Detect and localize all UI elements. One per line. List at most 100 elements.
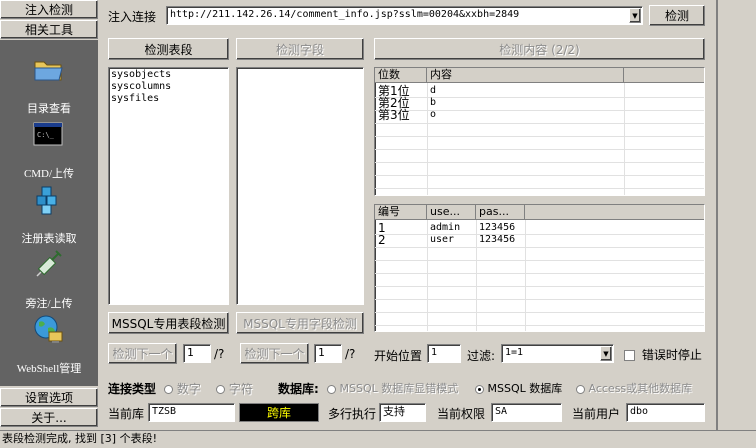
multi-exec-field[interactable]: 支持: [379, 403, 426, 422]
multi-exec-value: 支持: [383, 405, 405, 418]
header-filler: [525, 205, 704, 220]
radio-string[interactable]: 字符: [216, 380, 253, 397]
header-cell[interactable]: use...: [427, 205, 476, 220]
filter-label: 过滤:: [467, 349, 496, 363]
next-fields-button[interactable]: 检测下一个: [240, 343, 309, 364]
connection-type-label: 连接类型: [108, 382, 157, 396]
status-bar: 表段检测完成, 找到 [3] 个表段!: [0, 430, 756, 448]
table-cell: b: [430, 97, 437, 108]
list-item[interactable]: sysobjects: [111, 69, 226, 81]
table-cell: d: [430, 85, 437, 96]
table-row[interactable]: 第1位 d: [375, 85, 704, 97]
radio-mssql-error[interactable]: MSSQL 数据库显错模式: [327, 380, 458, 396]
header-cell[interactable]: 内容: [427, 68, 624, 83]
tab-about[interactable]: 关于...: [0, 408, 98, 427]
table-cell: o: [430, 109, 437, 120]
next-tables-button[interactable]: 检测下一个: [108, 343, 177, 364]
stop-on-error-label: 错误时停止: [641, 348, 702, 362]
table-row[interactable]: 2 user 123456: [375, 234, 704, 246]
current-db-field[interactable]: TZSB: [148, 403, 235, 422]
grid-header: 位数 内容: [375, 68, 704, 83]
permission-field[interactable]: SA: [491, 403, 562, 422]
tables-page-input[interactable]: 1: [183, 344, 211, 363]
inject-url-value: http://211.142.26.14/comment_info.jsp?ss…: [170, 9, 520, 20]
chevron-down-icon[interactable]: ▼: [629, 8, 641, 23]
detect-content-label: 检测内容 (2/2): [499, 42, 580, 57]
detect-tables-button[interactable]: 检测表段: [108, 38, 229, 60]
radio-access[interactable]: Access或其他数据库: [576, 380, 692, 396]
header-cell[interactable]: 位数: [375, 68, 427, 83]
current-user-value: dbo: [630, 406, 649, 417]
list-item[interactable]: sysfiles: [111, 93, 226, 105]
fields-listbox[interactable]: [236, 67, 364, 305]
tab-related-tools[interactable]: 相关工具: [0, 20, 98, 39]
detect-button[interactable]: 检测: [649, 5, 705, 26]
tables-page-value: 1: [187, 346, 194, 359]
table-row[interactable]: 1 admin 123456: [375, 222, 704, 234]
header-filler: [624, 68, 704, 83]
detect-fields-button[interactable]: 检测字段: [236, 38, 364, 60]
registry-cubes-icon: [36, 186, 57, 215]
tab-settings[interactable]: 设置选项: [0, 388, 98, 407]
cmd-console-icon: C:\_: [33, 122, 63, 146]
next-fields-label: 检测下一个: [244, 347, 305, 361]
header-cell[interactable]: pas...: [476, 205, 525, 220]
right-divider: [716, 0, 718, 430]
current-user-field[interactable]: dbo: [626, 403, 705, 422]
detect-fields-label: 检测字段: [275, 42, 324, 57]
filter-combobox[interactable]: 1=1 ▼: [501, 344, 614, 363]
grid-divider: [427, 220, 428, 331]
tool-webshell-manage[interactable]: WebShell管理: [0, 308, 98, 375]
position-grid[interactable]: 位数 内容 第1位 d 第2位 b 第3位 o: [374, 67, 705, 196]
tables-listbox[interactable]: sysobjects syscolumns sysfiles: [108, 67, 229, 305]
tab-tools-label: 相关工具: [24, 23, 73, 37]
folder-icon: [34, 61, 63, 81]
table-cell: 2: [378, 233, 386, 247]
detect-button-label: 检测: [664, 9, 689, 23]
detect-content-button[interactable]: 检测内容 (2/2): [374, 38, 705, 60]
list-item[interactable]: syscolumns: [111, 81, 226, 93]
current-user-label: 当前用户: [572, 407, 621, 421]
inject-url-combobox[interactable]: http://211.142.26.14/comment_info.jsp?ss…: [166, 6, 643, 25]
tools-panel: 目录查看 C:\_ CMD/上传 注册表读取 旁注/上传 WebShell管理: [0, 40, 98, 386]
grid-divider: [624, 83, 625, 195]
header-cell[interactable]: 编号: [375, 205, 427, 220]
radio-numeric-label: 数字: [176, 382, 201, 396]
tab-inject-detect[interactable]: 注入检测: [0, 0, 98, 19]
table-row[interactable]: 第3位 o: [375, 109, 704, 121]
grid-divider: [427, 83, 428, 195]
radio-icon[interactable]: [164, 385, 173, 394]
table-cell: admin: [430, 222, 461, 233]
table-cell: 123456: [479, 234, 516, 245]
tool-directory-view[interactable]: 目录查看: [0, 48, 98, 115]
radio-icon[interactable]: [576, 384, 585, 394]
cross-db-button[interactable]: 跨库: [239, 403, 319, 422]
tab-about-label: 关于...: [31, 411, 67, 425]
sidebar: 注入检测 相关工具 目录查看 C:\_ CMD/上传 注册表读取 旁注/上传 W…: [0, 0, 98, 430]
next-tables-label: 检测下一个: [112, 347, 173, 361]
tool-registry-read[interactable]: 注册表读取: [0, 178, 98, 245]
table-cell: 第3位: [378, 108, 410, 122]
radio-icon[interactable]: [216, 385, 225, 394]
mssql-field-detect-button[interactable]: MSSQL专用字段检测: [236, 312, 364, 334]
radio-icon[interactable]: [475, 384, 484, 394]
radio-mssql[interactable]: MSSQL 数据库: [475, 380, 562, 396]
result-grid[interactable]: 编号 use... pas... 1 admin 123456 2 user 12345…: [374, 204, 705, 332]
database-label: 数据库:: [278, 382, 319, 396]
start-position-value: 1: [431, 347, 438, 358]
table-row[interactable]: 第2位 b: [375, 97, 704, 109]
radio-icon[interactable]: [327, 384, 336, 394]
tool-cmd-upload[interactable]: C:\_ CMD/上传: [0, 113, 98, 180]
checkbox-box[interactable]: [624, 350, 635, 361]
start-position-input[interactable]: 1: [427, 344, 461, 363]
chevron-down-icon[interactable]: ▼: [600, 346, 612, 361]
detect-tables-label: 检测表段: [144, 42, 193, 57]
grid-divider: [476, 220, 477, 331]
radio-mssql-label: MSSQL 数据库: [487, 382, 563, 395]
radio-numeric[interactable]: 数字: [164, 380, 201, 397]
fields-page-input[interactable]: 1: [314, 344, 342, 363]
tab-settings-label: 设置选项: [24, 391, 73, 405]
stop-on-error-checkbox[interactable]: 错误时停止: [624, 346, 702, 363]
tool-side-inject-upload[interactable]: 旁注/上传: [0, 243, 98, 310]
mssql-table-detect-button[interactable]: MSSQL专用表段检测: [108, 312, 229, 334]
